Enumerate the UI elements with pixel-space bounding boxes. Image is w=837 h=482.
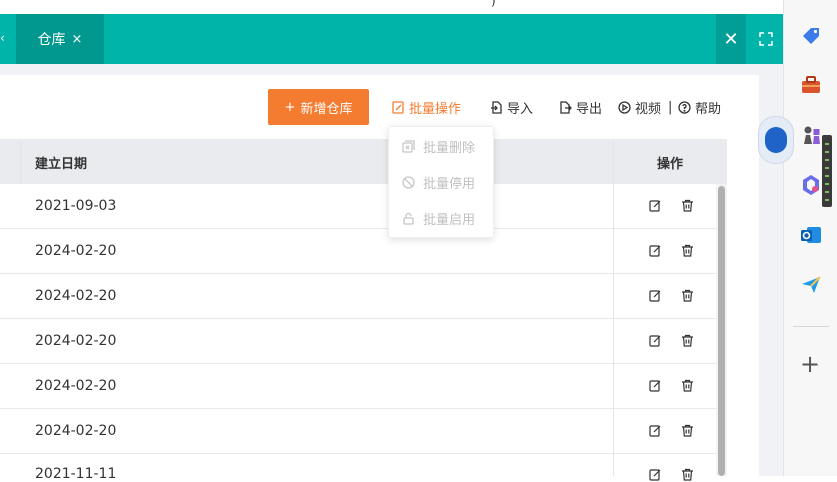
date-cell: 2024-02-20 [35, 423, 117, 439]
table-row: 2024-02-20 [0, 229, 716, 274]
batch-operation-label: 批量操作 [409, 101, 462, 117]
add-warehouse-label: 新增仓库 [300, 101, 353, 117]
date-cell: 2021-11-11 [35, 466, 117, 482]
trash-icon[interactable] [681, 289, 694, 302]
column-header-date[interactable]: 建立日期 [35, 153, 87, 172]
edit-icon[interactable] [649, 199, 662, 212]
batch-delete-label: 批量删除 [423, 141, 476, 156]
table-scrollbar[interactable] [716, 184, 727, 476]
assistant-avatar [765, 127, 787, 153]
trash-icon[interactable] [681, 424, 694, 437]
send-icon[interactable] [799, 273, 823, 297]
edit-icon[interactable] [649, 379, 662, 392]
chess-icon[interactable] [799, 123, 823, 147]
trash-icon[interactable] [681, 379, 694, 392]
close-all-tabs-icon[interactable]: ✕ [716, 14, 746, 64]
top-strip: ) [0, 0, 783, 14]
column-header-actions: 操作 [657, 157, 684, 172]
toolbar-separator: | [668, 99, 673, 115]
edit-icon[interactable] [649, 334, 662, 347]
trash-icon[interactable] [681, 468, 694, 481]
trash-icon[interactable] [681, 334, 694, 347]
scroll-left-icon[interactable]: ‹ [0, 31, 5, 45]
video-button[interactable]: 视频 [618, 97, 661, 117]
batch-delete-icon [402, 140, 415, 153]
sidebar-divider [793, 326, 829, 327]
date-cell: 2021-09-03 [35, 198, 117, 214]
date-cell: 2024-02-20 [35, 243, 117, 259]
tab-bar: ‹ 仓库 × ✕ [0, 14, 783, 64]
batch-enable-item[interactable]: 批量启用 [402, 209, 475, 228]
table-row: 2021-11-11 [0, 454, 716, 482]
plus-icon: + [284, 99, 296, 115]
add-warehouse-button[interactable]: + 新增仓库 [268, 89, 369, 125]
column-divider [20, 139, 21, 184]
export-icon [560, 100, 572, 114]
trash-icon[interactable] [681, 199, 694, 212]
help-label: 帮助 [695, 101, 722, 117]
edit-icon [392, 100, 404, 114]
table-row: 2024-02-20 [0, 274, 716, 319]
trash-icon[interactable] [681, 244, 694, 257]
fullscreen-icon[interactable] [751, 14, 781, 64]
toolbox-icon[interactable] [799, 73, 823, 97]
outlook-icon[interactable] [799, 223, 823, 247]
tag-icon[interactable] [799, 24, 823, 48]
table-row: 2024-02-20 [0, 364, 716, 409]
edit-icon[interactable] [649, 468, 662, 481]
batch-disable-label: 批量停用 [423, 177, 476, 192]
import-icon [491, 100, 502, 114]
batch-enable-label: 批量启用 [423, 213, 476, 228]
caret-mark: ) [491, 0, 496, 8]
date-cell: 2024-02-20 [35, 333, 117, 349]
lock-icon [403, 212, 414, 225]
edit-icon[interactable] [649, 289, 662, 302]
help-icon [678, 100, 691, 114]
volume-meter-handle[interactable] [822, 135, 832, 207]
assistant-float-icon[interactable] [758, 116, 794, 164]
batch-operation-button[interactable]: 批量操作 [392, 97, 461, 117]
tab-close-icon[interactable]: × [72, 32, 83, 47]
scrollbar-thumb[interactable] [718, 186, 725, 476]
import-button[interactable]: 导入 [490, 97, 533, 117]
date-cell: 2024-02-20 [35, 378, 117, 394]
disable-icon [402, 176, 415, 189]
edit-icon[interactable] [649, 244, 662, 257]
tab-warehouse[interactable]: 仓库 × [16, 14, 104, 64]
batch-delete-item[interactable]: 批量删除 [402, 137, 475, 156]
tab-label: 仓库 [37, 32, 66, 48]
table-row: 2021-09-03 [0, 184, 716, 229]
video-label: 视频 [635, 101, 662, 117]
table-row: 2024-02-20 [0, 319, 716, 364]
date-cell: 2024-02-20 [35, 288, 117, 304]
add-icon[interactable]: + [800, 352, 820, 376]
table-header: 建立日期 操作 [0, 139, 727, 184]
export-button[interactable]: 导出 [559, 97, 602, 117]
import-label: 导入 [507, 101, 534, 117]
help-button[interactable]: 帮助 [678, 97, 721, 117]
copilot-icon[interactable] [799, 173, 823, 197]
table-row: 2024-02-20 [0, 409, 716, 454]
browser-sidebar: + [783, 0, 837, 476]
edit-icon[interactable] [649, 424, 662, 437]
batch-operation-dropdown: 批量删除 批量停用 批量启用 [388, 126, 494, 238]
batch-disable-item[interactable]: 批量停用 [402, 173, 475, 192]
export-label: 导出 [576, 101, 603, 117]
play-icon [618, 100, 631, 114]
